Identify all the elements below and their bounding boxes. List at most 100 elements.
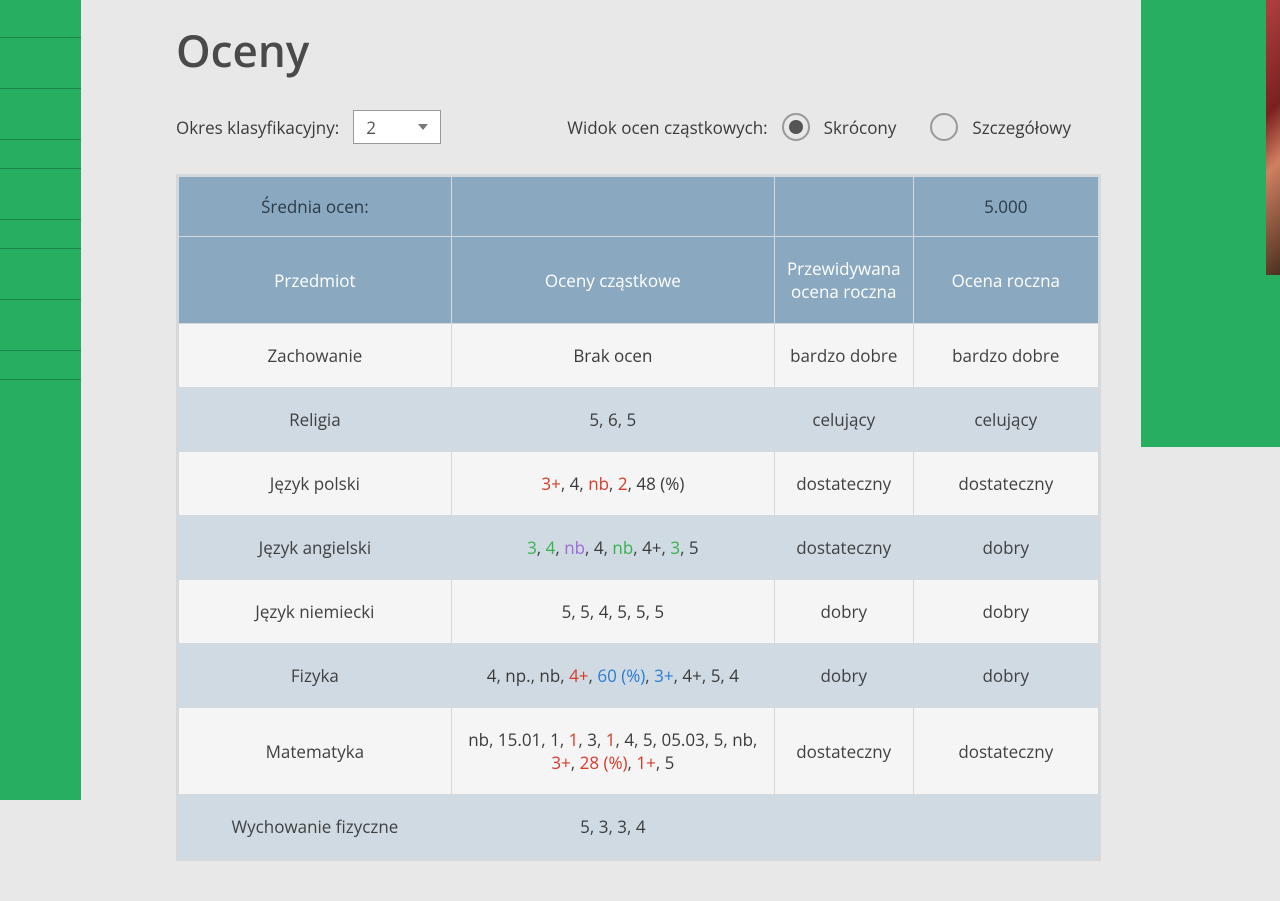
chevron-down-icon: [418, 124, 428, 130]
annual-cell: celujący: [913, 388, 1099, 452]
subject-cell: Język angielski: [178, 516, 452, 580]
table-row: Zachowanie Brak ocen bardzo dobrebardzo do…: [178, 324, 1100, 388]
grade-value: 4+: [642, 536, 661, 559]
average-label: Średnia ocen:: [178, 176, 452, 237]
col-subject: Przedmiot: [178, 237, 452, 324]
grades-table: Średnia ocen: 5.000 Przedmiot Oceny cząs…: [176, 174, 1101, 861]
grade-value: 5: [636, 600, 646, 623]
grade-value: 5: [665, 751, 675, 774]
predicted-cell: celujący: [774, 388, 913, 452]
annual-cell: [913, 795, 1099, 860]
grade-value: nb: [588, 472, 609, 495]
predicted-cell: dobry: [774, 580, 913, 644]
annual-cell: dobry: [913, 516, 1099, 580]
grade-value: 4: [624, 728, 634, 751]
grades-cell: 3, 4, nb, 4, nb, 4+, 3, 5: [451, 516, 774, 580]
table-row: Fizyka4, np., nb, 4+, 60 (%), 3+, 4+, 5,…: [178, 644, 1100, 708]
header-row: Przedmiot Oceny cząstkowe Przewidywana o…: [178, 237, 1100, 324]
annual-cell: dobry: [913, 580, 1099, 644]
grade-value: np.: [505, 664, 530, 687]
annual-cell: dostateczny: [913, 708, 1099, 795]
annual-cell: bardzo dobre: [913, 324, 1099, 388]
grade-value: nb: [612, 536, 633, 559]
grade-value: nb: [564, 536, 585, 559]
grade-value: 6: [608, 408, 618, 431]
average-row: Średnia ocen: 5.000: [178, 176, 1100, 237]
grade-value: 4+: [569, 664, 588, 687]
table-row: Religia5, 6, 5celującycelujący: [178, 388, 1100, 452]
grade-value: 5: [627, 408, 637, 431]
table-row: Język polski3+, 4, nb, 2, 48 (%) dostatec…: [178, 452, 1100, 516]
grade-value: 5: [643, 728, 653, 751]
annual-cell: dostateczny: [913, 452, 1099, 516]
grade-value: nb: [468, 728, 489, 751]
grade-value: Brak ocen: [573, 344, 652, 367]
table-row: Wychowanie fizyczne5, 3, 3, 4: [178, 795, 1100, 860]
grade-value: 4: [570, 472, 580, 495]
grade-value: 5: [654, 600, 664, 623]
table-row: Język niemiecki5, 5, 4, 5, 5, 5dobrydobr…: [178, 580, 1100, 644]
predicted-cell: dostateczny: [774, 708, 913, 795]
subject-cell: Religia: [178, 388, 452, 452]
annual-cell: dobry: [913, 644, 1099, 708]
grade-value: 15.01: [498, 728, 541, 751]
grade-value: 3: [599, 815, 609, 838]
subject-cell: Fizyka: [178, 644, 452, 708]
grade-value: 60 (%): [597, 664, 645, 687]
grade-value: 4: [546, 536, 556, 559]
period-label: Okres klasyfikacyjny:: [176, 116, 339, 139]
col-partial: Oceny cząstkowe: [451, 237, 774, 324]
radio-detailed[interactable]: [930, 113, 958, 141]
radio-short[interactable]: [782, 113, 810, 141]
grade-value: 5: [589, 408, 599, 431]
subject-cell: Język polski: [178, 452, 452, 516]
col-annual: Ocena roczna: [913, 237, 1099, 324]
grades-cell: nb, 15.01, 1, 1, 3, 1, 4, 5, 05.03, 5, n…: [451, 708, 774, 795]
controls-bar: Okres klasyfikacyjny: 2 Widok ocen cząst…: [176, 110, 1091, 144]
subject-cell: Wychowanie fizyczne: [178, 795, 452, 860]
grade-value: 05.03: [661, 728, 704, 751]
grade-value: nb: [732, 728, 753, 751]
subject-cell: Zachowanie: [178, 324, 452, 388]
grades-cell: 4, np., nb, 4+, 60 (%), 3+, 4+, 5, 4: [451, 644, 774, 708]
grade-value: 2: [618, 472, 628, 495]
grades-cell: 5, 5, 4, 5, 5, 5: [451, 580, 774, 644]
radio-short-label: Skrócony: [824, 116, 897, 139]
grade-value: 4: [594, 536, 604, 559]
page-title: Oceny: [176, 20, 1091, 80]
grade-value: 3: [617, 815, 627, 838]
grade-value: 3+: [654, 664, 673, 687]
grade-value: 1: [550, 728, 560, 751]
grade-value: 5: [711, 664, 721, 687]
grade-value: 5: [580, 600, 590, 623]
grade-value: 4: [636, 815, 646, 838]
col-predicted: Przewidywana ocena roczna: [774, 237, 913, 324]
grade-value: 3+: [551, 751, 570, 774]
grade-value: 5: [562, 600, 572, 623]
radio-detailed-label: Szczegółowy: [972, 116, 1071, 139]
grade-value: 1: [606, 728, 616, 751]
grade-value: 5: [617, 600, 627, 623]
table-row: Matematykanb, 15.01, 1, 1, 3, 1, 4, 5, 0…: [178, 708, 1100, 795]
grade-value: 3: [587, 728, 597, 751]
grade-value: 3+: [541, 472, 560, 495]
grade-value: 4+: [682, 664, 701, 687]
grade-value: 5: [714, 728, 724, 751]
grade-value: 3: [670, 536, 680, 559]
grade-value: nb: [539, 664, 560, 687]
grades-cell: 3+, 4, nb, 2, 48 (%): [451, 452, 774, 516]
predicted-cell: bardzo dobre: [774, 324, 913, 388]
period-select-value: 2: [366, 116, 376, 139]
grade-value: 1: [569, 728, 579, 751]
grade-value: 4: [729, 664, 739, 687]
grades-cell: Brak ocen: [451, 324, 774, 388]
period-select[interactable]: 2: [353, 110, 441, 144]
background-photo: [1266, 0, 1280, 275]
subject-cell: Matematyka: [178, 708, 452, 795]
grade-value: 5: [689, 536, 699, 559]
grade-value: 4: [487, 664, 497, 687]
grade-value: 4: [599, 600, 609, 623]
grade-value: 48 (%): [636, 472, 684, 495]
predicted-cell: dostateczny: [774, 516, 913, 580]
grade-value: 28 (%): [580, 751, 628, 774]
